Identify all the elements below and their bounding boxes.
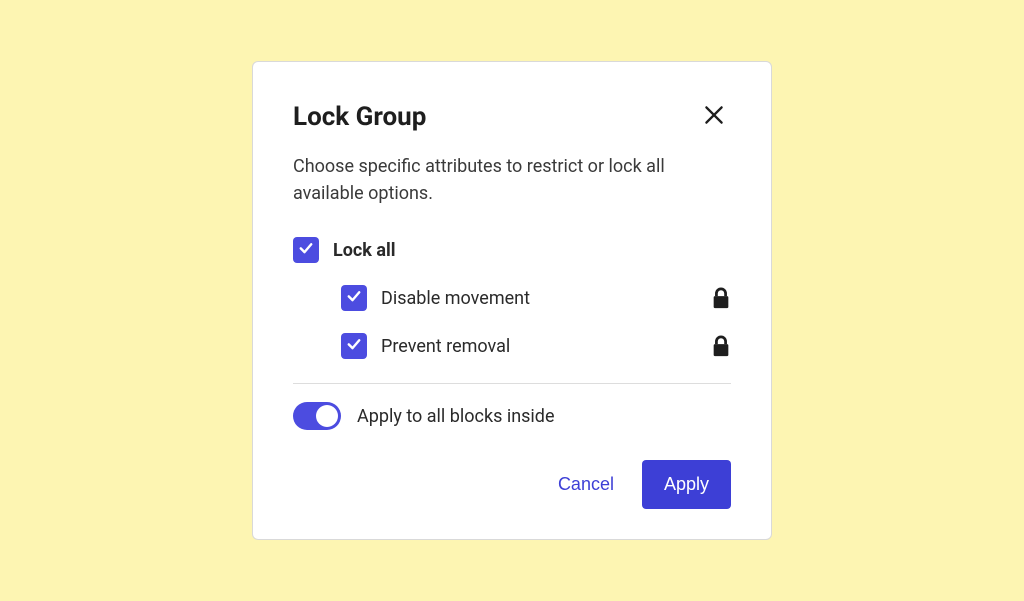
divider xyxy=(293,383,731,384)
check-icon xyxy=(345,287,363,309)
check-icon xyxy=(345,335,363,357)
lock-icon xyxy=(711,287,731,309)
modal-description: Choose specific attributes to restrict o… xyxy=(293,153,731,207)
disable-movement-checkbox[interactable] xyxy=(341,285,367,311)
lock-options: Lock all Disable movement xyxy=(293,237,731,359)
modal-footer: Cancel Apply xyxy=(293,460,731,509)
prevent-removal-checkbox[interactable] xyxy=(341,333,367,359)
cancel-button[interactable]: Cancel xyxy=(552,464,620,505)
lock-all-checkbox[interactable] xyxy=(293,237,319,263)
apply-all-row: Apply to all blocks inside xyxy=(293,402,731,430)
lock-icon xyxy=(711,335,731,357)
lock-all-row: Lock all xyxy=(293,237,731,263)
lock-group-modal: Lock Group Choose specific attributes to… xyxy=(252,61,772,540)
disable-movement-label: Disable movement xyxy=(381,288,697,309)
close-button[interactable] xyxy=(697,98,731,135)
apply-all-label: Apply to all blocks inside xyxy=(357,406,555,427)
prevent-removal-label: Prevent removal xyxy=(381,336,697,357)
close-icon xyxy=(701,102,727,131)
apply-button[interactable]: Apply xyxy=(642,460,731,509)
prevent-removal-row: Prevent removal xyxy=(293,333,731,359)
modal-header: Lock Group xyxy=(293,98,731,135)
lock-all-label: Lock all xyxy=(333,240,731,261)
modal-title: Lock Group xyxy=(293,102,426,132)
apply-all-toggle[interactable] xyxy=(293,402,341,430)
check-icon xyxy=(297,239,315,261)
disable-movement-row: Disable movement xyxy=(293,285,731,311)
toggle-knob xyxy=(316,405,338,427)
